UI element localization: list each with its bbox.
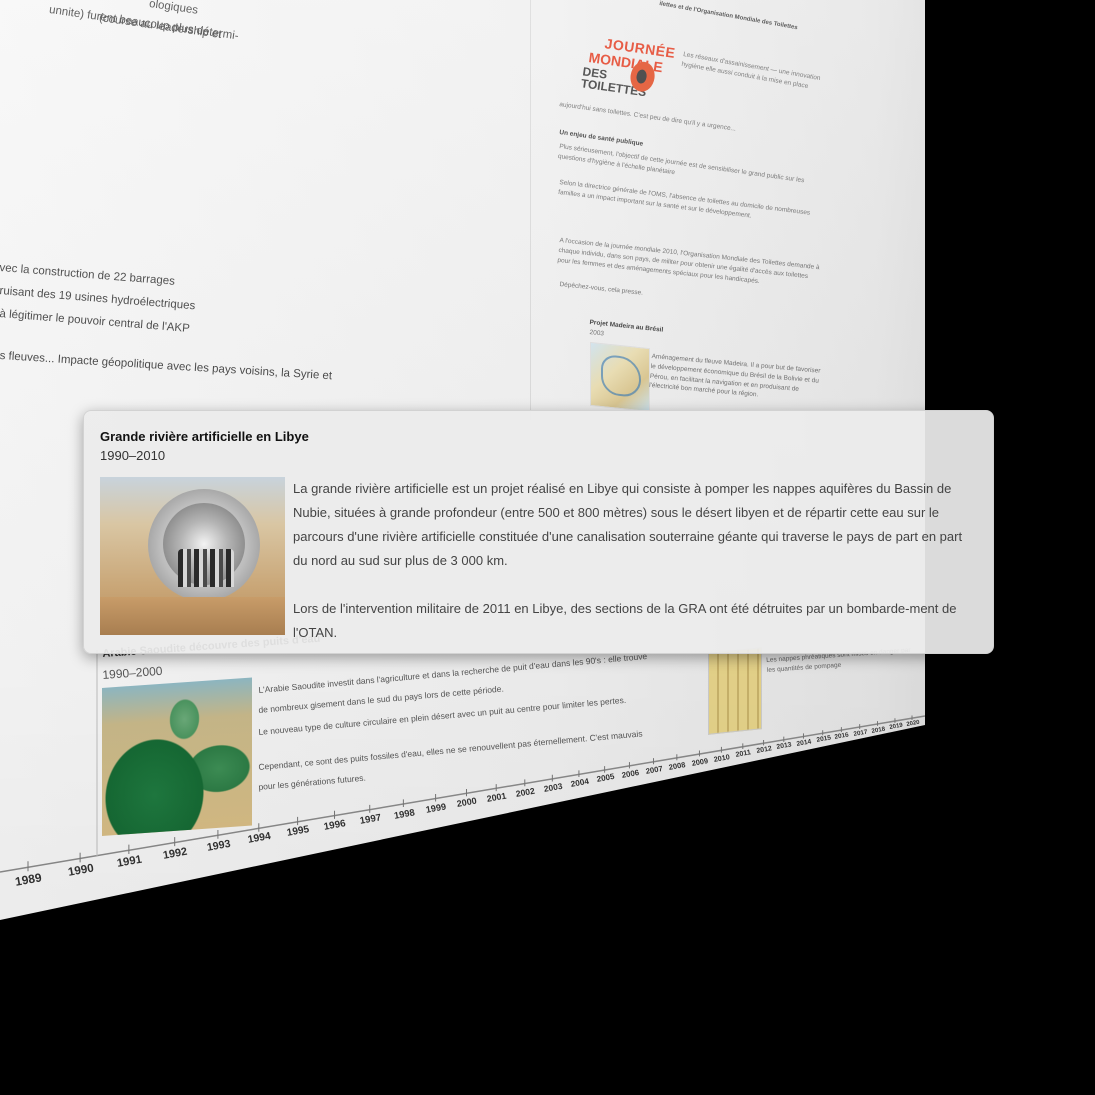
left-text-line: vec la construction de 22 barrages — [0, 262, 176, 288]
pipe-photo — [100, 477, 285, 635]
screen: ologiques (course au leadership et unnit… — [0, 0, 1095, 1095]
timeline-year-label[interactable]: 2013 — [776, 741, 792, 751]
timeline-year-label[interactable]: 2015 — [816, 735, 832, 744]
stamps-image[interactable] — [708, 647, 762, 735]
left-text-line: ologiques — [148, 0, 199, 17]
timeline-year-label[interactable]: 2010 — [713, 752, 730, 764]
timeline-year-label[interactable]: 2019 — [889, 722, 903, 730]
timeline-year-label[interactable]: 1998 — [393, 806, 416, 820]
popup-paragraph-2: Lors de l'intervention militaire de 2011… — [293, 601, 957, 640]
left-text-line: ruisant des 19 usines hydroélectriques — [0, 285, 196, 313]
timeline-year-label[interactable]: 2014 — [796, 738, 812, 747]
desert-ground — [100, 597, 285, 635]
timeline-year-label[interactable]: 1989 — [14, 871, 43, 889]
workers-group — [178, 549, 234, 587]
timeline-year-label[interactable]: 2000 — [456, 796, 477, 809]
left-text-line: unnite) furent beaucoup plus détermi- — [48, 4, 240, 43]
timeline-year-label[interactable]: 2001 — [486, 791, 507, 804]
madeira-year: 2003 — [589, 328, 605, 338]
timeline-year-label[interactable]: 2017 — [853, 728, 868, 737]
timeline-year-label[interactable]: 2009 — [691, 756, 709, 768]
timeline-year-label[interactable]: 2006 — [621, 768, 640, 780]
timeline-year-label[interactable]: 1996 — [323, 818, 347, 833]
madeira-map-image[interactable] — [590, 341, 650, 413]
toilets-header: ilettes et de l'Organisation Mondiale de… — [658, 0, 799, 32]
left-text-line: à légitimer le pouvoir central de l'AKP — [0, 308, 191, 335]
timeline-year-label[interactable]: 1994 — [247, 831, 272, 846]
toilets-paragraph: Dépêchez-vous, cela presse. — [559, 280, 644, 297]
world-toilet-day-logo: JOURNÉE MONDIALE DES TOILETTES — [580, 35, 677, 100]
timeline-year-label[interactable]: 2011 — [735, 748, 752, 759]
timeline-year-label[interactable]: 1992 — [162, 846, 188, 862]
timeline-year-label[interactable]: 2018 — [871, 725, 886, 734]
timeline-year-label[interactable]: 2005 — [596, 772, 615, 784]
popup-paragraph-1: La grande rivière artificielle est un pr… — [293, 481, 963, 568]
timeline-year-label[interactable]: 2003 — [543, 781, 563, 794]
timeline-year-label[interactable]: 2002 — [515, 786, 536, 799]
saudi-card-text: Cependant, ce sont des puits fossiles d'… — [258, 728, 643, 772]
timeline-year-label[interactable]: 1991 — [116, 853, 143, 869]
saudi-card-years: 1990–2000 — [102, 663, 163, 682]
popup-title: Grande rivière artificielle en Libye — [100, 429, 309, 444]
timeline-year-label[interactable]: 2012 — [756, 745, 772, 755]
timeline-year-label[interactable]: 1999 — [425, 801, 447, 814]
timeline-year-label[interactable]: 2008 — [668, 760, 686, 772]
timeline-year-label[interactable]: 1995 — [286, 825, 310, 840]
toilets-paragraph: Les réseaux d'assainissement — une innov… — [680, 50, 821, 90]
saudi-card-text: pour les générations futures. — [258, 772, 367, 792]
circular-fields-photo[interactable] — [102, 677, 252, 836]
timeline-year-label[interactable]: 2020 — [906, 719, 920, 727]
timeline-year-label[interactable]: 2016 — [834, 732, 849, 741]
timeline-year-label[interactable]: 2007 — [645, 764, 663, 776]
event-detail-popup[interactable]: Grande rivière artificielle en Libye 199… — [83, 410, 994, 654]
timeline-year-label[interactable]: 1990 — [67, 862, 95, 879]
timeline-year-label[interactable]: 1997 — [359, 812, 382, 827]
popup-years: 1990–2010 — [100, 448, 166, 463]
madeira-text: Aménagement du fleuve Madeira. Il a pour… — [648, 352, 821, 399]
timeline-year-label[interactable]: 1993 — [206, 838, 232, 854]
timeline-year-label[interactable]: 2004 — [570, 776, 590, 788]
left-text-line: s fleuves... Impacte géopolitique avec l… — [0, 350, 333, 383]
column-divider — [530, 0, 531, 420]
